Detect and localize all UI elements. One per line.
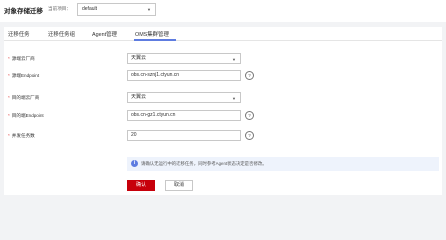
page-title: 对象存储迁移 bbox=[4, 8, 43, 15]
tab-migration-tasks[interactable]: 迁移任务 bbox=[8, 30, 30, 38]
chevron-down-icon: ▼ bbox=[232, 57, 236, 62]
info-notice: i 请确认无运行中的迁移任务，同时参考Agent状态决定是否修改。 bbox=[127, 157, 439, 171]
source-endpoint-input[interactable]: obs.cn-sznj1.ctyun.cn bbox=[127, 70, 241, 81]
info-notice-text: 请确认无运行中的迁移任务，同时参考Agent状态决定是否修改。 bbox=[141, 161, 267, 166]
source-endpoint-label: * 源端Endpoint bbox=[8, 73, 40, 78]
tab-bar: 迁移任务 迁移任务组 Agent管理 OMS集群管理 bbox=[4, 27, 442, 41]
help-icon[interactable]: ? bbox=[245, 71, 254, 80]
target-endpoint-label: * 目的端Endpoint bbox=[8, 113, 44, 118]
tab-migration-task-groups[interactable]: 迁移任务组 bbox=[48, 30, 75, 38]
confirm-button[interactable]: 确认 bbox=[127, 180, 155, 191]
project-label: 当前项目： bbox=[48, 6, 71, 11]
top-bar: 对象存储迁移 当前项目： default ▼ bbox=[0, 0, 446, 22]
chevron-down-icon: ▼ bbox=[147, 7, 151, 12]
project-select-value: default bbox=[82, 6, 98, 12]
project-select[interactable]: default ▼ bbox=[77, 3, 156, 16]
target-vendor-label: * 目的端云厂商 bbox=[8, 95, 40, 100]
source-vendor-select[interactable]: 天翼云 ▼ bbox=[127, 53, 241, 64]
main-panel: 迁移任务 迁移任务组 Agent管理 OMS集群管理 * 源端云厂商 天翼云 ▼ … bbox=[4, 27, 442, 195]
help-icon[interactable]: ? bbox=[245, 111, 254, 120]
target-endpoint-input[interactable]: obs.cn-gz1.ctyun.cn bbox=[127, 110, 241, 121]
concurrency-label: * 并发任务数 bbox=[8, 133, 35, 138]
cancel-button[interactable]: 取消 bbox=[165, 180, 193, 191]
tab-agent-management[interactable]: Agent管理 bbox=[92, 30, 117, 38]
chevron-down-icon: ▼ bbox=[232, 96, 236, 101]
target-vendor-select[interactable]: 天翼云 ▼ bbox=[127, 92, 241, 103]
tab-oms-cluster-management[interactable]: OMS集群管理 bbox=[135, 30, 169, 38]
help-icon[interactable]: ? bbox=[245, 131, 254, 140]
source-vendor-label: * 源端云厂商 bbox=[8, 56, 35, 61]
concurrency-input[interactable]: 20 bbox=[127, 130, 241, 141]
active-tab-indicator bbox=[134, 39, 176, 41]
info-icon: i bbox=[131, 160, 138, 167]
